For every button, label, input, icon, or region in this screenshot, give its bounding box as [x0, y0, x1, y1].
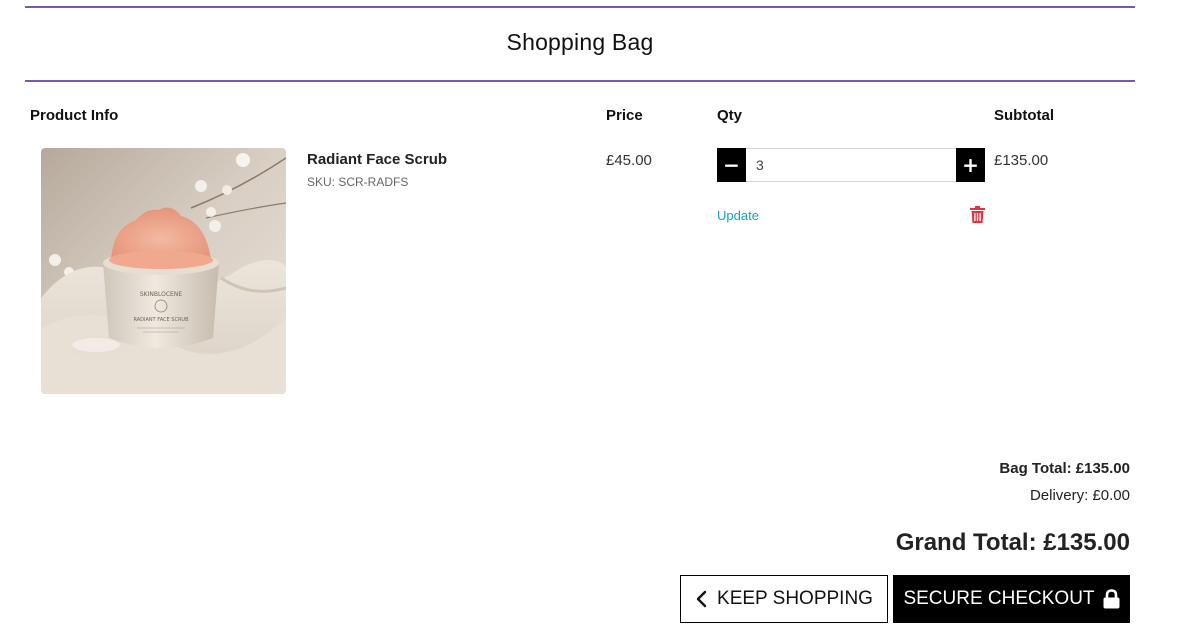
- update-link[interactable]: Update: [717, 208, 759, 223]
- quantity-input[interactable]: [746, 148, 956, 182]
- lock-icon: [1103, 589, 1120, 609]
- chevron-left-icon: [695, 590, 707, 608]
- page-title: Shopping Bag: [506, 29, 654, 55]
- delivery-cost: Delivery: £0.00: [1029, 487, 1130, 504]
- header-product-info: Product Info: [30, 107, 119, 124]
- header-subtotal: Subtotal: [994, 107, 1054, 124]
- bag-total: Bag Total: £135.00: [999, 460, 1130, 477]
- keep-shopping-button[interactable]: KEEP SHOPPING: [680, 575, 888, 623]
- grand-total: Grand Total: £135.00: [895, 529, 1130, 556]
- secure-checkout-button[interactable]: SECURE CHECKOUT: [893, 575, 1130, 623]
- secure-checkout-label: SECURE CHECKOUT: [903, 588, 1095, 609]
- header-qty: Qty: [717, 107, 743, 124]
- jar-product-text: RADIANT FACE SCRUB: [133, 317, 189, 323]
- product-subtotal: £135.00: [994, 152, 1049, 169]
- increment-qty-button[interactable]: +: [956, 148, 985, 182]
- quantity-stepper: − +: [717, 148, 985, 182]
- trash-icon[interactable]: [970, 206, 985, 223]
- product-name: Radiant Face Scrub: [307, 151, 448, 168]
- header-price: Price: [606, 107, 643, 124]
- product-image: SKINBLOCENE RADIANT FACE SCRUB: [41, 148, 286, 394]
- product-sku: SKU: SCR-RADFS: [307, 175, 409, 189]
- jar-brand-text: SKINBLOCENE: [140, 291, 182, 298]
- minus-icon: −: [723, 153, 740, 177]
- top-divider: [25, 6, 1135, 8]
- product-price: £45.00: [606, 152, 652, 169]
- plus-icon: +: [962, 153, 979, 177]
- title-divider: [25, 80, 1135, 82]
- decrement-qty-button[interactable]: −: [717, 148, 746, 182]
- shopping-bag-page: Shopping Bag Product Info Price Qty Subt…: [0, 0, 1191, 624]
- keep-shopping-label: KEEP SHOPPING: [717, 588, 873, 609]
